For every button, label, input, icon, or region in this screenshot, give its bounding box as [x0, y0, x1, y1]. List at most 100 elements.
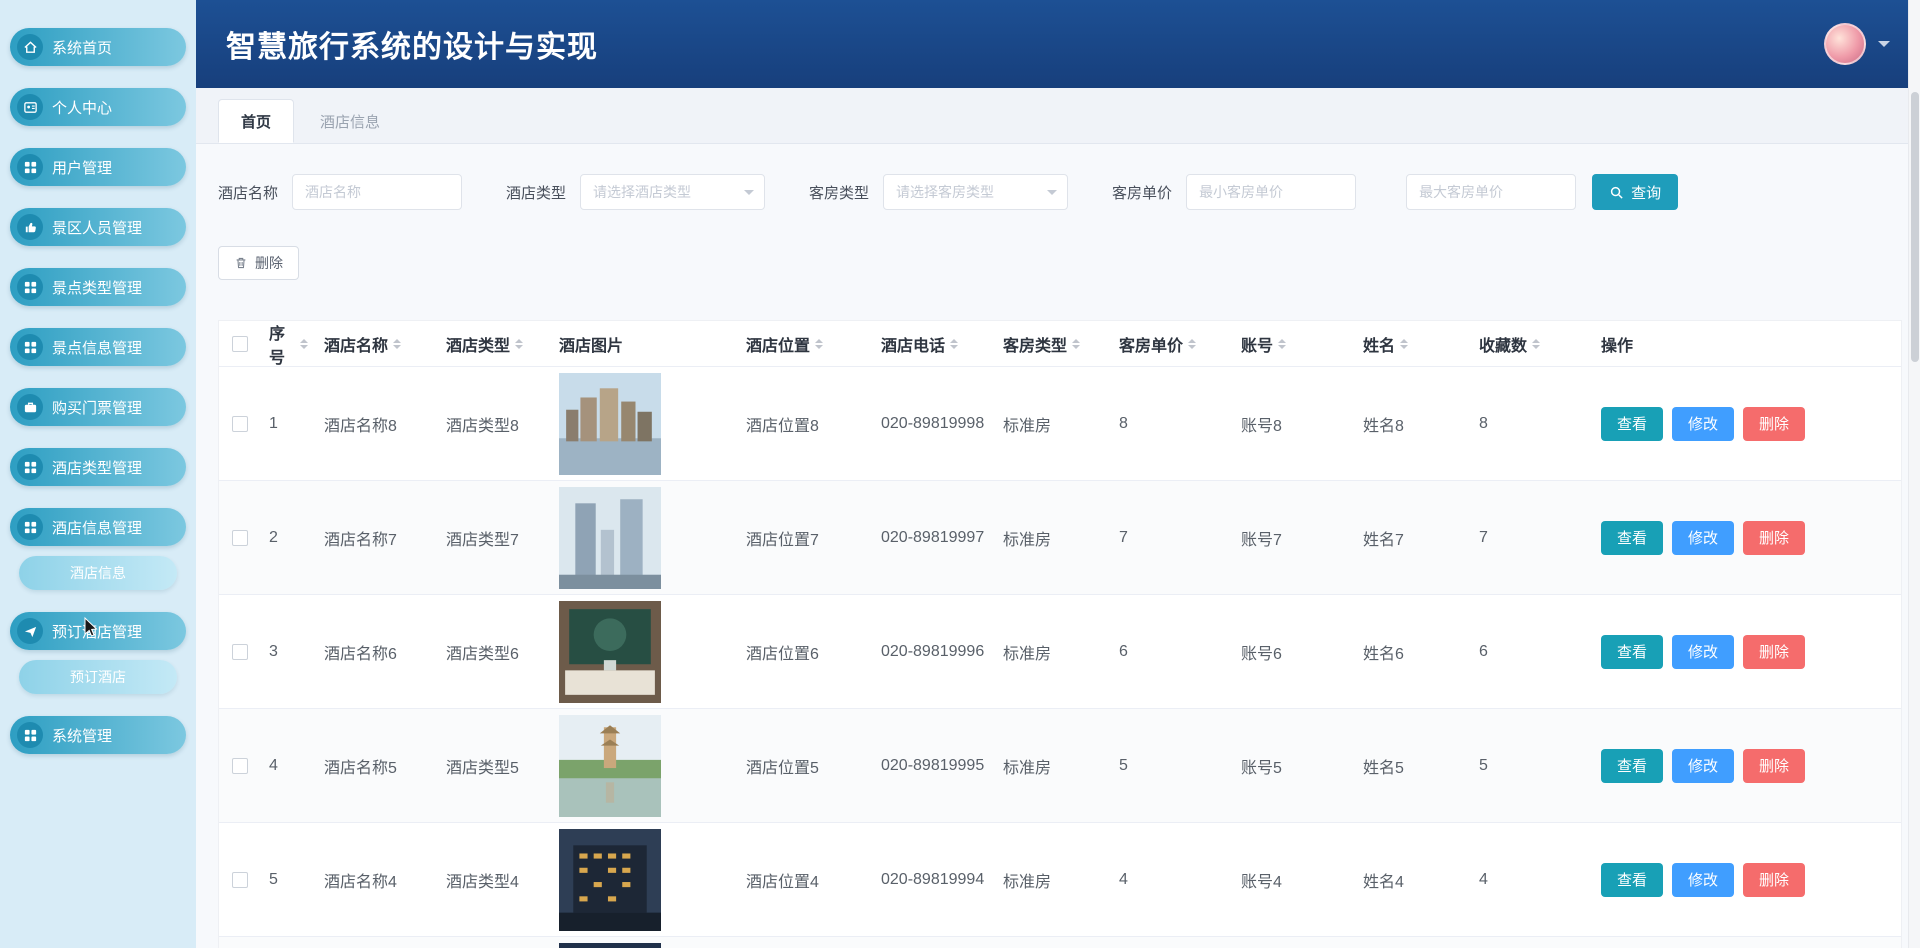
- sort-icon[interactable]: [1400, 335, 1408, 353]
- sidebar-item-scenic-info-management[interactable]: 景点信息管理: [10, 328, 186, 366]
- account: 账号8: [1233, 412, 1355, 436]
- room-price: 8: [1111, 415, 1233, 433]
- min-price-input[interactable]: [1186, 174, 1356, 210]
- sidebar-item-hotel-type-management[interactable]: 酒店类型管理: [10, 448, 186, 486]
- hotel-photo[interactable]: [559, 943, 661, 948]
- hotel-phone: 020-89819995: [873, 757, 995, 775]
- sidebar-item-scenic-type-management[interactable]: 景点类型管理: [10, 268, 186, 306]
- hotel-photo[interactable]: [559, 601, 661, 703]
- edit-button[interactable]: 修改: [1672, 749, 1734, 783]
- room-type-select[interactable]: 请选择客房类型: [883, 174, 1068, 210]
- favorites-count: 5: [1471, 757, 1593, 775]
- grid-icon: [17, 722, 43, 748]
- grid-icon: [17, 454, 43, 480]
- sidebar-item-scenic-staff-management[interactable]: 景区人员管理: [10, 208, 186, 246]
- sidebar-subitem-hotel-booking[interactable]: 预订酒店: [19, 660, 177, 694]
- sort-icon[interactable]: [1072, 335, 1080, 353]
- sidebar-item-hotel-booking-management[interactable]: 预订酒店管理: [10, 612, 186, 650]
- delete-button[interactable]: 删除: [1743, 521, 1805, 555]
- column-header[interactable]: 账号: [1241, 332, 1273, 356]
- row-checkbox[interactable]: [232, 644, 248, 660]
- column-header[interactable]: 酒店类型: [446, 332, 510, 356]
- hotel-photo[interactable]: [559, 829, 661, 931]
- room-price-label: 客房单价: [1112, 182, 1172, 203]
- sort-icon[interactable]: [1188, 335, 1196, 353]
- delete-button[interactable]: 删除: [1743, 863, 1805, 897]
- sidebar-item-label: 预订酒店管理: [52, 621, 142, 642]
- bulk-delete-button[interactable]: 删除: [218, 246, 299, 280]
- sidebar-item-personal-center[interactable]: 个人中心: [10, 88, 186, 126]
- sort-icon[interactable]: [815, 335, 823, 353]
- edit-button[interactable]: 修改: [1672, 407, 1734, 441]
- table-row: 3 酒店名称6 酒店类型6 酒店位置6 020-89819996 标准房 6 账…: [219, 595, 1901, 709]
- account: 账号5: [1233, 754, 1355, 778]
- view-button[interactable]: 查看: [1601, 407, 1663, 441]
- sort-icon[interactable]: [1532, 335, 1540, 353]
- sidebar-item-label: 个人中心: [52, 97, 112, 118]
- column-header[interactable]: 客房单价: [1119, 332, 1183, 356]
- delete-button[interactable]: 删除: [1743, 635, 1805, 669]
- hotel-type-select[interactable]: 请选择酒店类型: [580, 174, 765, 210]
- search-button[interactable]: 查询: [1592, 174, 1678, 210]
- select-all-checkbox[interactable]: [232, 336, 248, 352]
- column-header[interactable]: 收藏数: [1479, 332, 1527, 356]
- hotel-name: 酒店名称5: [316, 754, 438, 778]
- row-checkbox[interactable]: [232, 758, 248, 774]
- hotel-name-input[interactable]: [292, 174, 462, 210]
- max-price-input[interactable]: [1406, 174, 1576, 210]
- room-type: 标准房: [995, 640, 1111, 664]
- hotel-location: 酒店位置6: [738, 640, 873, 664]
- sort-icon[interactable]: [515, 335, 523, 353]
- view-button[interactable]: 查看: [1601, 521, 1663, 555]
- sort-icon[interactable]: [1278, 335, 1286, 353]
- row-checkbox[interactable]: [232, 872, 248, 888]
- view-button[interactable]: 查看: [1601, 749, 1663, 783]
- hotel-phone: 020-89819994: [873, 871, 995, 889]
- user-avatar[interactable]: [1824, 23, 1866, 65]
- hotel-photo[interactable]: [559, 487, 661, 589]
- hotel-location: 酒店位置7: [738, 526, 873, 550]
- room-type: 标准房: [995, 754, 1111, 778]
- column-header[interactable]: 酒店名称: [324, 332, 388, 356]
- scrollbar-thumb[interactable]: [1911, 92, 1919, 362]
- sidebar-subitem-hotel-info[interactable]: 酒店信息: [19, 556, 177, 590]
- hotel-photo[interactable]: [559, 373, 661, 475]
- sidebar-item-ticket-purchase-management[interactable]: 购买门票管理: [10, 388, 186, 426]
- chevron-down-icon[interactable]: [1878, 41, 1890, 53]
- row-checkbox[interactable]: [232, 416, 248, 432]
- tab-home[interactable]: 首页: [218, 99, 294, 143]
- sort-icon[interactable]: [393, 335, 401, 353]
- page-scrollbar[interactable]: [1908, 0, 1920, 948]
- main-area: 智慧旅行系统的设计与实现 首页 酒店信息 酒店名称 酒店类型 请选择酒店类型: [196, 0, 1920, 948]
- column-header[interactable]: 序号: [269, 320, 295, 368]
- hotel-phone: 020-89819997: [873, 529, 995, 547]
- delete-button[interactable]: 删除: [1743, 749, 1805, 783]
- sidebar-subitem-label: 酒店信息: [70, 563, 126, 583]
- hotel-photo[interactable]: [559, 715, 661, 817]
- sort-icon[interactable]: [950, 335, 958, 353]
- table-header-row: 序号 酒店名称 酒店类型 酒店图片 酒店位置 酒店电话 客房类型 客房单价 账号…: [219, 321, 1901, 367]
- column-header[interactable]: 客房类型: [1003, 332, 1067, 356]
- edit-button[interactable]: 修改: [1672, 635, 1734, 669]
- hotel-name: 酒店名称8: [316, 412, 438, 436]
- room-type-label: 客房类型: [809, 182, 869, 203]
- edit-button[interactable]: 修改: [1672, 863, 1734, 897]
- column-header[interactable]: 酒店位置: [746, 332, 810, 356]
- row-checkbox[interactable]: [232, 530, 248, 546]
- sidebar-item-system-home[interactable]: 系统首页: [10, 28, 186, 66]
- sidebar-item-system-management[interactable]: 系统管理: [10, 716, 186, 754]
- edit-button[interactable]: 修改: [1672, 521, 1734, 555]
- account: 账号4: [1233, 868, 1355, 892]
- delete-button[interactable]: 删除: [1743, 407, 1805, 441]
- column-header[interactable]: 姓名: [1363, 332, 1395, 356]
- sidebar-item-hotel-info-management[interactable]: 酒店信息管理: [10, 508, 186, 546]
- sidebar-item-user-management[interactable]: 用户管理: [10, 148, 186, 186]
- tab-label: 首页: [241, 111, 271, 132]
- column-header[interactable]: 酒店电话: [881, 332, 945, 356]
- tab-hotel-info[interactable]: 酒店信息: [298, 99, 402, 143]
- search-icon: [1609, 185, 1624, 200]
- sort-icon[interactable]: [300, 335, 308, 353]
- view-button[interactable]: 查看: [1601, 863, 1663, 897]
- view-button[interactable]: 查看: [1601, 635, 1663, 669]
- room-price: 4: [1111, 871, 1233, 889]
